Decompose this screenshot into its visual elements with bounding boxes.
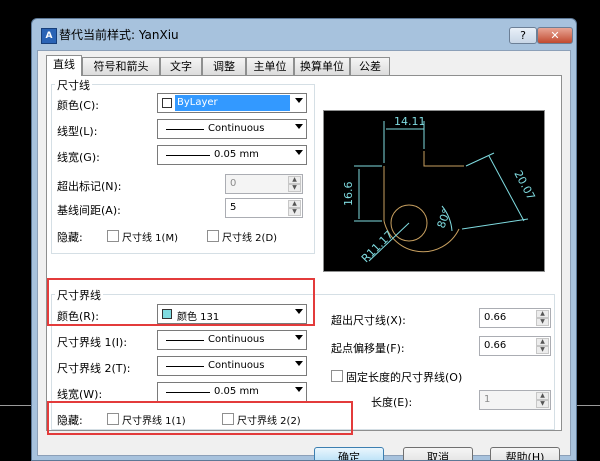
line-sample	[166, 366, 204, 367]
ext-linetype2-label: 尺寸界线 2(T):	[57, 362, 131, 375]
spin-up-icon[interactable]: ▲	[288, 176, 301, 184]
spin-down-icon[interactable]: ▼	[288, 184, 301, 192]
tab-fit[interactable]: 调整	[202, 57, 246, 75]
color-swatch	[162, 98, 172, 108]
extend-ticks-spinner[interactable]: 0 ▲ ▼	[225, 174, 303, 194]
offset-label: 起点偏移量(F):	[331, 342, 405, 355]
tab-primary-units[interactable]: 主单位	[246, 57, 294, 75]
extend-ticks-value: 0	[230, 178, 237, 189]
tab-alternate-units[interactable]: 换算单位	[294, 57, 350, 75]
window-title: 替代当前样式: YanXiu	[59, 28, 179, 42]
extend-ticks-label: 超出标记(N):	[57, 180, 122, 193]
dim-linetype-label: 线型(L):	[57, 125, 98, 138]
fixed-length-label: 固定长度的尺寸界线(O)	[346, 371, 463, 384]
offset-value: 0.66	[484, 340, 507, 351]
ext-linetype2-value: Continuous	[208, 360, 265, 371]
spin-up-icon[interactable]: ▲	[536, 338, 549, 346]
dim-linetype-combo[interactable]: Continuous	[157, 119, 307, 139]
suppress-dim-line-2-checkbox[interactable]	[207, 230, 219, 242]
tab-panel: 尺寸线 颜色(C): ByLayer 线型(L): Continuous 线宽(…	[46, 75, 562, 435]
length-spinner[interactable]: 1 ▲ ▼	[479, 390, 551, 410]
baseline-spacing-value: 5	[230, 202, 237, 213]
suppress-dim-line-1-checkbox[interactable]	[107, 230, 119, 242]
background-line	[577, 405, 600, 406]
highlight-box-color	[47, 278, 315, 326]
baseline-spacing-label: 基线间距(A):	[57, 204, 121, 217]
extend-beyond-label: 超出尺寸线(X):	[331, 314, 406, 327]
ext-lineweight-combo[interactable]: 0.05 mm	[157, 382, 307, 402]
suppress-dim-line-1-label: 尺寸线 1(M)	[122, 233, 178, 244]
line-sample	[166, 129, 204, 130]
close-button[interactable]: ✕	[537, 27, 573, 44]
dim-color-combo[interactable]: ByLayer	[157, 93, 307, 113]
spin-down-icon[interactable]: ▼	[536, 318, 549, 326]
ext-linetype1-label: 尺寸界线 1(I):	[57, 336, 128, 349]
spin-down-icon[interactable]: ▼	[536, 400, 549, 408]
ext-linetype1-value: Continuous	[208, 334, 265, 345]
chevron-down-icon[interactable]	[295, 150, 303, 155]
chevron-down-icon[interactable]	[295, 98, 303, 103]
baseline-spacing-spinner[interactable]: 5 ▲ ▼	[225, 198, 303, 218]
preview-dim-top: 14.11	[394, 115, 426, 128]
spin-down-icon[interactable]: ▼	[536, 346, 549, 354]
dim-lineweight-combo[interactable]: 0.05 mm	[157, 145, 307, 165]
preview-panel: 14.11 16.6 20.07 80° R11.17	[323, 110, 545, 272]
dim-lineweight-label: 线宽(G):	[57, 151, 100, 164]
chevron-down-icon[interactable]	[295, 124, 303, 129]
dim-linetype-value: Continuous	[208, 123, 265, 134]
suppress-dim-line-2-label: 尺寸线 2(D)	[222, 233, 278, 244]
spin-down-icon[interactable]: ▼	[288, 208, 301, 216]
highlight-box-suppress	[47, 401, 353, 435]
background-line	[0, 405, 31, 406]
title-bar[interactable]: A 替代当前样式: YanXiu ? ✕	[32, 19, 576, 49]
dimension-style-dialog: A 替代当前样式: YanXiu ? ✕ 直线 符号和箭头 文字 调整 主单位 …	[31, 18, 577, 461]
spin-up-icon[interactable]: ▲	[536, 310, 549, 318]
dim-line-legend: 尺寸线	[55, 77, 92, 93]
extend-beyond-value: 0.66	[484, 312, 507, 323]
preview-dim-radius: R11.17	[359, 228, 396, 265]
dim-suppress-label: 隐藏:	[57, 231, 83, 244]
ext-lineweight-label: 线宽(W):	[57, 388, 103, 401]
fixed-length-checkbox[interactable]	[331, 370, 343, 382]
tab-lines[interactable]: 直线	[46, 55, 82, 76]
ext-linetype2-combo[interactable]: Continuous	[157, 356, 307, 376]
tab-text[interactable]: 文字	[160, 57, 202, 75]
line-sample	[166, 155, 210, 156]
extend-beyond-spinner[interactable]: 0.66 ▲ ▼	[479, 308, 551, 328]
cancel-button[interactable]: 取消	[403, 447, 473, 460]
tab-tolerances[interactable]: 公差	[350, 57, 390, 75]
preview-dim-angle: 80°	[435, 207, 454, 230]
dim-lineweight-value: 0.05 mm	[214, 149, 259, 160]
chevron-down-icon[interactable]	[295, 387, 303, 392]
spin-up-icon[interactable]: ▲	[288, 200, 301, 208]
line-sample	[166, 392, 210, 393]
ext-line	[461, 218, 529, 230]
preview-geometry	[423, 151, 464, 167]
line-sample	[166, 340, 204, 341]
spin-up-icon[interactable]: ▲	[536, 392, 549, 400]
app-icon: A	[41, 28, 57, 44]
ok-button[interactable]: 确定	[314, 447, 384, 460]
dialog-client: 直线 符号和箭头 文字 调整 主单位 换算单位 公差 尺寸线 颜色(C): By…	[37, 50, 571, 460]
dim-line-right	[488, 155, 525, 222]
dim-color-value: ByLayer	[177, 97, 218, 108]
ext-line	[465, 152, 495, 167]
chevron-down-icon[interactable]	[295, 361, 303, 366]
ext-linetype1-combo[interactable]: Continuous	[157, 330, 307, 350]
help-dialog-button[interactable]: 帮助(H)	[490, 447, 560, 460]
ext-lineweight-value: 0.05 mm	[214, 386, 259, 397]
preview-dim-left: 16.6	[342, 182, 355, 207]
offset-spinner[interactable]: 0.66 ▲ ▼	[479, 336, 551, 356]
help-button[interactable]: ?	[509, 27, 537, 44]
preview-dim-right: 20.07	[511, 168, 537, 202]
length-label: 长度(E):	[371, 396, 413, 409]
chevron-down-icon[interactable]	[295, 335, 303, 340]
tab-symbols-arrows[interactable]: 符号和箭头	[82, 57, 160, 75]
length-value: 1	[484, 394, 491, 405]
dim-color-label: 颜色(C):	[57, 99, 99, 112]
